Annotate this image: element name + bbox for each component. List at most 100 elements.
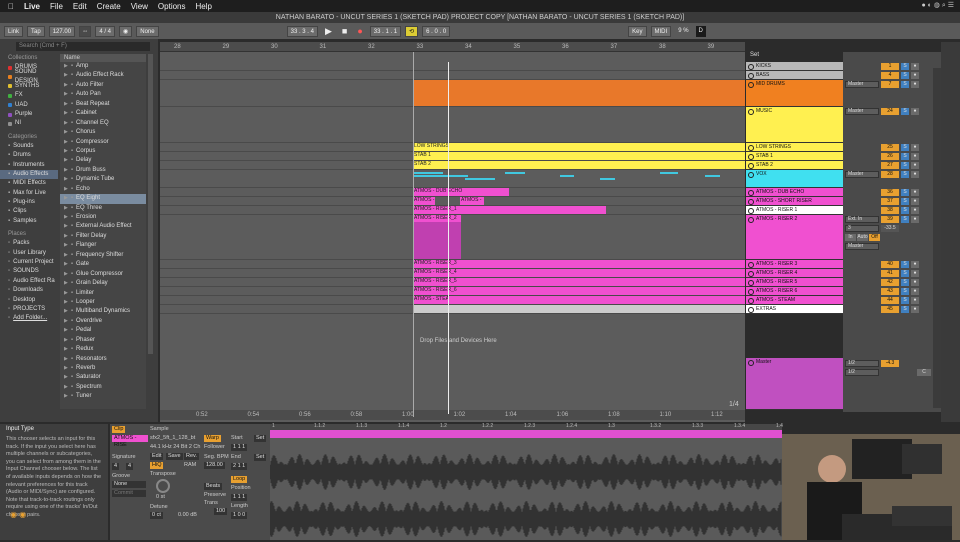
expand-icon[interactable]: ▶ <box>64 156 68 165</box>
category-item[interactable]: ▪ Sounds <box>0 142 58 151</box>
expand-icon[interactable]: ▶ <box>64 307 68 316</box>
master-pan[interactable]: C <box>917 369 931 376</box>
track-number[interactable]: 7 <box>881 81 899 88</box>
arm-button[interactable]: ● <box>911 207 919 214</box>
arm-button[interactable]: ● <box>911 189 919 196</box>
arm-button[interactable]: ● <box>911 198 919 205</box>
solo-button[interactable]: S <box>901 162 909 169</box>
file-item[interactable]: ▶ ▪ Flanger <box>60 241 146 250</box>
file-item[interactable]: ▶ ▪ Compressor <box>60 138 146 147</box>
track-header[interactable]: ATMOS - DUB ECHO <box>746 188 843 197</box>
solo-button[interactable]: S <box>901 279 909 286</box>
category-item[interactable]: ▪ Drums <box>0 151 58 160</box>
vox-clip-segment[interactable] <box>660 172 678 174</box>
category-item[interactable]: ▪ Audio Effects <box>0 169 58 180</box>
track-number[interactable]: 4 <box>881 72 899 79</box>
file-item[interactable]: ▶ ▪ Filter Delay <box>60 232 146 241</box>
track-number[interactable]: 45 <box>881 306 899 313</box>
expand-icon[interactable]: ▶ <box>64 204 68 213</box>
vox-clip-segment[interactable] <box>413 172 443 174</box>
arrangement-clip[interactable]: ATMOS - RISER_2 <box>413 215 461 259</box>
master-routing-dropdown[interactable]: 1/2 <box>845 360 879 367</box>
stop-icon[interactable]: ■ <box>339 26 350 37</box>
file-item[interactable]: ▶ ▪ Amp <box>60 62 146 71</box>
expand-icon[interactable]: ▶ <box>64 355 68 364</box>
file-item[interactable]: ▶ ▪ Audio Effect Rack <box>60 71 146 80</box>
arm-button[interactable]: ● <box>911 288 919 295</box>
start-field[interactable]: 1 1 1 <box>231 444 248 451</box>
arm-button[interactable]: ● <box>911 261 919 268</box>
collection-item[interactable]: FX <box>0 91 58 100</box>
place-item[interactable]: ▫ User Library <box>0 249 58 258</box>
menu-options[interactable]: Options <box>158 2 186 11</box>
input-type-dropdown[interactable]: Ext. In <box>845 216 879 223</box>
file-item[interactable]: ▶ ▪ Auto Filter <box>60 81 146 90</box>
place-item[interactable]: ▫ Packs <box>0 239 58 248</box>
position-field[interactable]: 1 1 1 <box>231 494 248 501</box>
arrangement-clip[interactable]: ATMOS - <box>413 197 435 205</box>
file-item[interactable]: ▶ ▪ Dynamic Tube <box>60 175 146 184</box>
expand-icon[interactable]: ▶ <box>64 289 68 298</box>
file-item[interactable]: ▶ ▪ Reverb <box>60 364 146 373</box>
sample-clip-bar[interactable] <box>270 430 782 438</box>
track-header[interactable]: ATMOS - RISER 6 <box>746 287 843 296</box>
track-number[interactable]: 38 <box>881 207 899 214</box>
solo-button[interactable]: S <box>901 72 909 79</box>
loop-toggle-icon[interactable]: ⟲ <box>405 25 419 37</box>
edit-button[interactable]: Edit <box>150 453 164 460</box>
output-routing-dropdown[interactable]: Master <box>845 171 879 178</box>
arrangement-clip[interactable]: STAB 1 <box>413 152 745 160</box>
sample-editor[interactable] <box>270 424 782 540</box>
file-item[interactable]: ▶ ▪ Spectrum <box>60 383 146 392</box>
expand-icon[interactable]: ▶ <box>64 90 68 99</box>
vox-clip-segment[interactable] <box>600 178 615 180</box>
link-button[interactable]: Link <box>4 25 24 37</box>
expand-icon[interactable]: ▶ <box>64 251 68 260</box>
expand-icon[interactable]: ▶ <box>64 222 68 231</box>
midi-map-button[interactable]: MIDI <box>650 25 672 37</box>
time-ruler[interactable]: 0:52 0:54 0:56 0:58 1:00 1:02 1:04 1:06 1:08 1:10… <box>160 410 745 420</box>
track-header[interactable]: ATMOS - STEAM <box>746 296 843 305</box>
track-lane[interactable] <box>160 62 745 71</box>
monitor-in-button[interactable]: In <box>845 234 856 241</box>
metronome-toggle-icon[interactable]: ◉ <box>119 25 133 37</box>
browser-search-input[interactable]: Search (Cmd + F) <box>16 42 150 51</box>
track-header[interactable]: ATMOS - RISER 1 <box>746 206 843 215</box>
arrangement-clip[interactable]: ATMOS - RISER_1 <box>413 206 606 214</box>
clip-name-field[interactable]: ATMOS - RISE <box>112 435 148 448</box>
category-item[interactable]: ▪ Clips <box>0 207 58 216</box>
track-number[interactable]: 37 <box>881 198 899 205</box>
commit-button[interactable]: Commit <box>112 490 146 497</box>
track-header[interactable]: LOW STRINGS <box>746 143 843 152</box>
solo-button[interactable]: S <box>901 270 909 277</box>
arm-button[interactable]: ● <box>911 63 919 70</box>
expand-icon[interactable]: ▶ <box>64 260 68 269</box>
file-item[interactable]: ▶ ▪ Erosion <box>60 213 146 222</box>
track-number[interactable]: 41 <box>881 270 899 277</box>
arrangement-view[interactable]: LOW STRINGS STAB 1 STAB 2 ATMOS - DUB ECHO A… <box>160 42 745 422</box>
input-channel-dropdown[interactable]: 3 <box>845 225 879 232</box>
clip-tab[interactable]: Clip <box>112 426 126 433</box>
track-header[interactable]: MUSIC <box>746 107 843 143</box>
expand-icon[interactable]: ▶ <box>64 119 68 128</box>
solo-button[interactable]: S <box>901 63 909 70</box>
sig-numerator-field[interactable]: 4 <box>112 463 120 470</box>
clip-gain-value[interactable]: 0.00 dB <box>178 512 197 518</box>
expand-icon[interactable]: ▶ <box>64 62 68 71</box>
arm-button[interactable]: ● <box>911 171 919 178</box>
category-item[interactable]: ▪ Max for Live <box>0 189 58 198</box>
monitor-off-button[interactable]: Off <box>869 234 880 241</box>
solo-button[interactable]: S <box>901 207 909 214</box>
sig-denominator-field[interactable]: 4 <box>126 463 134 470</box>
expand-icon[interactable]: ▶ <box>64 213 68 222</box>
arrangement-clip[interactable]: ATMOS - RISER_4 <box>413 269 745 277</box>
expand-icon[interactable]: ▶ <box>64 71 68 80</box>
track-header[interactable]: VOX <box>746 170 843 188</box>
detune-field[interactable]: 0 ct <box>150 512 163 519</box>
hiq-button[interactable]: HiQ <box>150 462 164 469</box>
record-icon[interactable]: ● <box>354 26 365 37</box>
place-item[interactable]: ▫ SOUNDS <box>0 267 58 276</box>
quantize-dropdown[interactable]: None <box>136 25 159 37</box>
expand-icon[interactable]: ▶ <box>64 317 68 326</box>
menu-view[interactable]: View <box>131 2 148 11</box>
